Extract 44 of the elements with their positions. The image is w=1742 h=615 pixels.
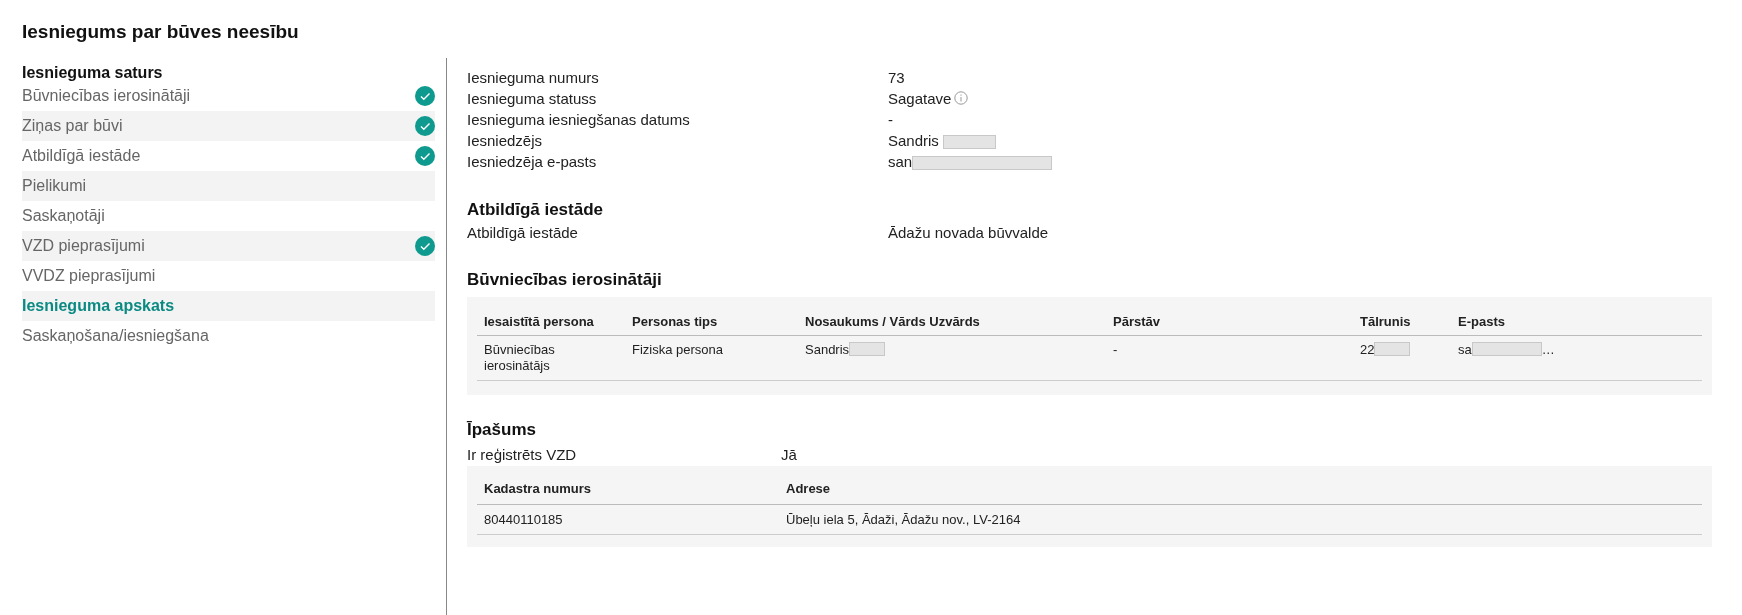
field-label: Atbildīgā iestāde	[467, 223, 579, 243]
field-value: 73	[888, 68, 905, 89]
table-cell: sa	[1458, 342, 1472, 358]
table-cell: Fiziska persona	[632, 342, 724, 358]
info-icon[interactable]	[954, 90, 969, 105]
sidebar-item[interactable]: Pielikumi	[22, 174, 86, 198]
field-label: Iesnieguma statuss	[467, 89, 598, 110]
table-cell: Ūbeļu iela 5, Ādaži, Ādažu nov., LV-2164	[786, 511, 1021, 527]
table-cell-text: Būvniecības ierosinātājs	[484, 342, 556, 374]
sidebar-item[interactable]: VVDZ pieprasījumi	[22, 264, 156, 288]
section-heading: Būvniecības ierosinātāji	[467, 270, 662, 289]
field-value: Sagatave	[888, 89, 952, 110]
table-cell: 22	[1360, 342, 1375, 358]
table-cell: 80440110185	[484, 511, 563, 527]
column-header: Adrese	[786, 481, 831, 497]
field-label: Iesnieguma numurs	[467, 68, 600, 89]
column-header: Nosaukums / Vārds Uzvārds	[805, 313, 980, 329]
column-header: Tālrunis	[1360, 313, 1411, 329]
sidebar-item[interactable]: Ziņas par būvi	[22, 114, 123, 138]
field-value: Ādažu novada būvvalde	[888, 223, 1049, 243]
section-heading: Atbildīgā iestāde	[467, 200, 604, 219]
table-cell: -	[1113, 342, 1118, 358]
field-label: Ir reģistrēts VZD	[467, 445, 578, 465]
table-cell: …	[1541, 342, 1555, 358]
column-header: Iesaistītā persona	[484, 313, 594, 329]
field-value: Jā	[781, 445, 797, 465]
page-title: Iesniegums par būves neesību	[22, 20, 299, 44]
sidebar-item[interactable]: Saskaņotāji	[22, 204, 105, 228]
field-value: Sandris	[888, 131, 939, 152]
column-header: Personas tips	[632, 313, 718, 329]
column-header: Kadastra numurs	[484, 481, 591, 497]
field-value: -	[888, 110, 893, 131]
field-label: Iesniedzēja e-pasts	[467, 152, 598, 173]
column-header: Pārstāv	[1113, 313, 1160, 329]
sidebar-heading: Iesnieguma saturs	[22, 64, 163, 81]
table-cell: Sandris	[805, 342, 850, 358]
sidebar-item[interactable]: Saskaņošana/iesniegšana	[22, 324, 209, 348]
column-header: E-pasts	[1458, 313, 1505, 329]
field-label: Iesnieguma iesniegšanas datums	[467, 110, 691, 131]
sidebar-item[interactable]: Atbildīgā iestāde	[22, 144, 141, 168]
sidebar-item[interactable]: Būvniecības ierosinātāji	[22, 84, 191, 108]
field-value: san	[888, 152, 913, 173]
field-label: Iesniedzējs	[467, 131, 544, 152]
section-heading: Īpašums	[467, 420, 536, 439]
